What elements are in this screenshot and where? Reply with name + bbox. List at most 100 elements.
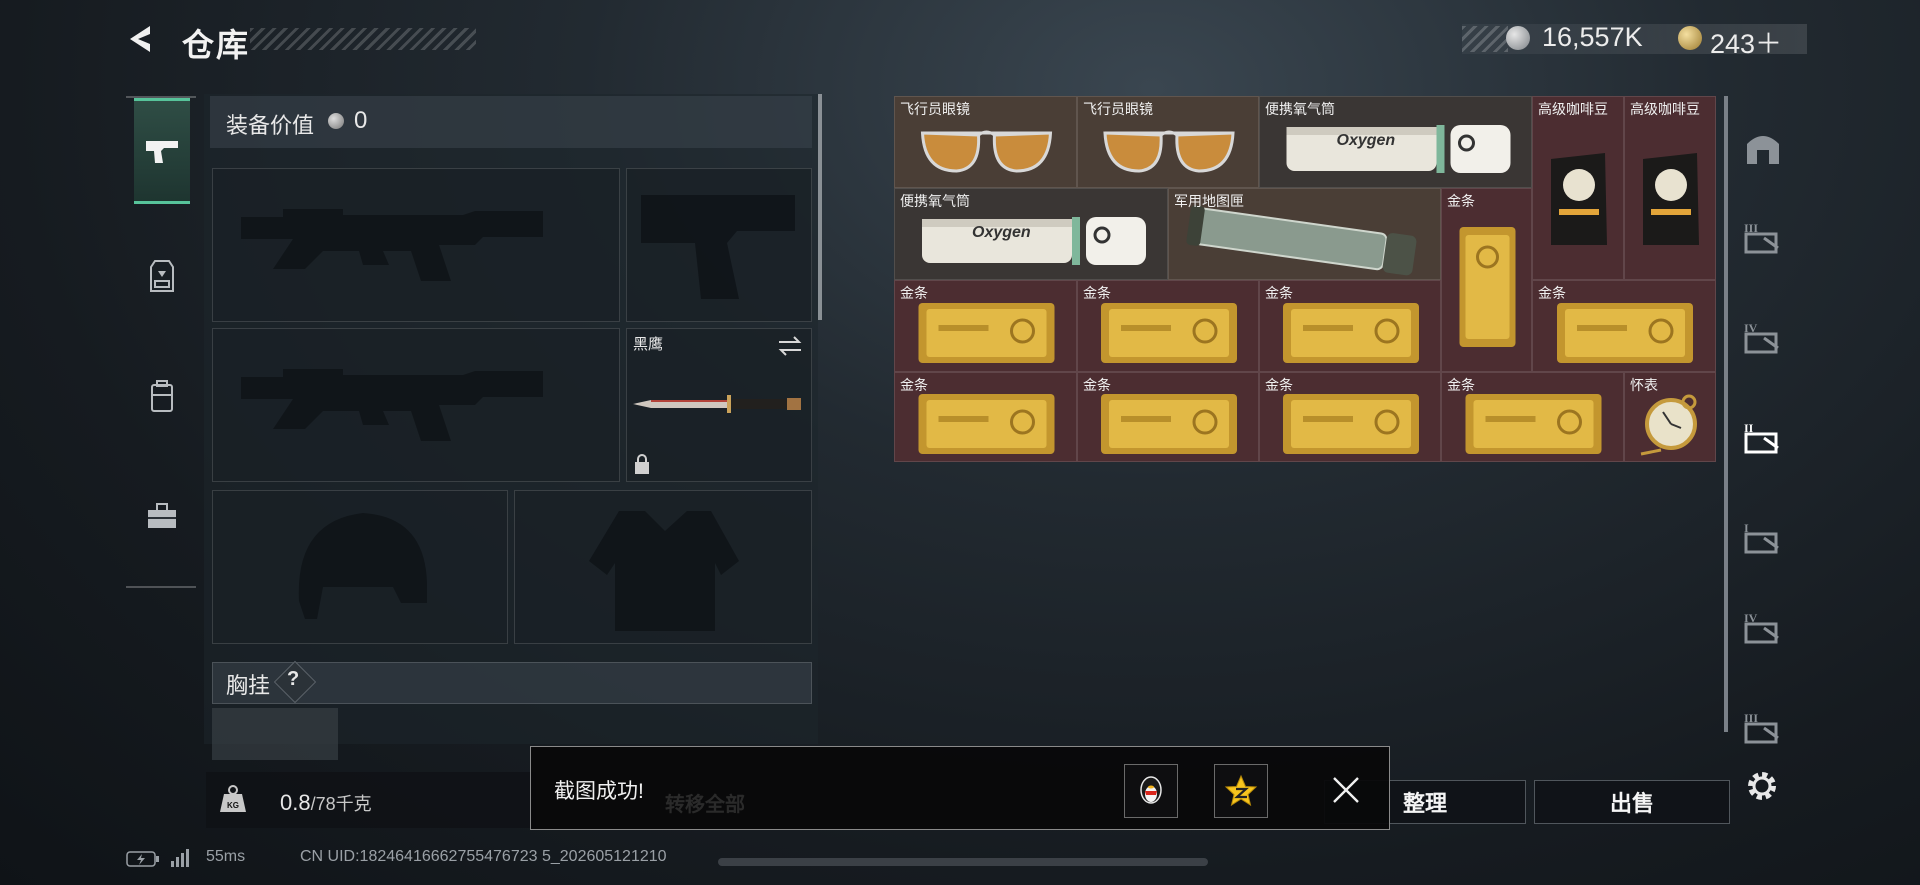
gold-coin-icon bbox=[1678, 26, 1702, 50]
gold-amount[interactable]: 243＋ bbox=[1710, 22, 1782, 61]
pistol-silhouette-icon bbox=[641, 195, 795, 299]
right-tab-tier-iv-box-icon[interactable]: IV bbox=[1734, 588, 1792, 668]
item-label: 高级咖啡豆 bbox=[1630, 101, 1700, 117]
secondary-weapon-slot[interactable] bbox=[212, 328, 620, 482]
qq-share-button[interactable] bbox=[1124, 764, 1178, 818]
chest-rig-slot[interactable] bbox=[212, 708, 338, 760]
penguin-icon bbox=[1140, 776, 1162, 804]
item-label: 金条 bbox=[1265, 377, 1293, 393]
primary-weapon-slot[interactable] bbox=[212, 168, 620, 322]
silver-amount: 16,557K bbox=[1542, 22, 1643, 52]
armor-slot[interactable] bbox=[514, 490, 812, 644]
weight-icon: KG bbox=[220, 785, 246, 812]
gear-icon[interactable] bbox=[1742, 766, 1782, 806]
swap-icon[interactable] bbox=[777, 335, 803, 357]
storage-arch-icon bbox=[1747, 136, 1779, 164]
item-label: 金条 bbox=[1265, 285, 1293, 301]
tier-i-box-icon: I bbox=[1744, 521, 1779, 554]
sell-button[interactable]: 出售 bbox=[1534, 780, 1730, 824]
inventory-scrollbar[interactable] bbox=[1724, 96, 1728, 732]
qzone-share-button[interactable] bbox=[1214, 764, 1268, 818]
inventory-item[interactable]: 金条 bbox=[1441, 188, 1532, 372]
armor-silhouette-icon bbox=[589, 511, 739, 631]
coffee-bag-icon bbox=[1551, 153, 1607, 245]
item-label: 飞行员眼镜 bbox=[900, 101, 970, 117]
inventory-item[interactable]: 金条 bbox=[1532, 280, 1716, 372]
toast-message: 截图成功! bbox=[554, 780, 644, 803]
tab-weapons[interactable] bbox=[134, 98, 190, 204]
pistol-slot[interactable] bbox=[626, 168, 812, 322]
tab-vest[interactable] bbox=[134, 226, 190, 326]
silver-coin-icon bbox=[328, 113, 344, 129]
item-label: 金条 bbox=[1083, 285, 1111, 301]
melee-slot[interactable]: 黑鹰 bbox=[626, 328, 812, 482]
tier-iii-box-icon: III bbox=[1744, 221, 1779, 254]
user-uid: CN UID:18246416662755476723 5_2026051212… bbox=[300, 848, 667, 865]
svg-text:Oxygen: Oxygen bbox=[972, 224, 1031, 241]
tier-iv-box-icon: IV bbox=[1744, 611, 1779, 644]
inventory-item[interactable]: 金条 bbox=[894, 280, 1077, 372]
item-label: 飞行员眼镜 bbox=[1083, 101, 1153, 117]
home-indicator[interactable] bbox=[718, 858, 1208, 866]
briefcase-icon bbox=[148, 503, 176, 528]
close-icon[interactable] bbox=[1330, 774, 1362, 806]
right-tab-tier-iii-box-icon[interactable]: III bbox=[1734, 688, 1792, 768]
right-tab-tier-iv-box-icon[interactable]: IV bbox=[1734, 298, 1792, 378]
right-tab-tier-i-box-icon[interactable]: I bbox=[1734, 498, 1792, 578]
transfer-all-button[interactable]: 转移全部 bbox=[665, 788, 745, 817]
inventory-item[interactable]: 军用地图匣 bbox=[1168, 188, 1441, 280]
item-label: 便携氧气筒 bbox=[900, 193, 970, 209]
back-arrow-icon[interactable] bbox=[124, 22, 158, 56]
item-label: 高级咖啡豆 bbox=[1538, 101, 1608, 117]
title-decoration bbox=[250, 28, 476, 50]
item-label: 金条 bbox=[900, 377, 928, 393]
item-label: 怀表 bbox=[1630, 377, 1658, 393]
inventory-item[interactable]: 金条 bbox=[1077, 280, 1259, 372]
item-label: 金条 bbox=[1538, 285, 1566, 301]
tab-backpack[interactable] bbox=[134, 346, 190, 446]
chest-rig-label: 胸挂 bbox=[226, 673, 271, 698]
inventory-item[interactable]: 金条 bbox=[894, 372, 1077, 462]
rifle-silhouette-icon bbox=[241, 369, 543, 441]
helmet-slot[interactable] bbox=[212, 490, 508, 644]
item-label: 便携氧气筒 bbox=[1265, 101, 1335, 117]
inventory-item[interactable]: 高级咖啡豆 bbox=[1624, 96, 1716, 280]
inventory-item[interactable]: 金条 bbox=[1077, 372, 1259, 462]
signal-icon bbox=[171, 849, 189, 867]
inventory-item[interactable]: 飞行员眼镜 bbox=[894, 96, 1077, 188]
help-icon-text: ? bbox=[287, 668, 300, 690]
inventory-item[interactable]: 飞行员眼镜 bbox=[1077, 96, 1259, 188]
inventory-item[interactable]: 金条 bbox=[1441, 372, 1624, 462]
currency-decoration bbox=[1462, 26, 1508, 52]
backpack-icon bbox=[151, 380, 173, 412]
item-label: 金条 bbox=[1447, 377, 1475, 393]
pistol-icon bbox=[146, 141, 178, 163]
inventory-item[interactable]: Oxygen 便携氧气筒 bbox=[1259, 96, 1532, 188]
item-label: 金条 bbox=[1083, 377, 1111, 393]
inventory-item[interactable]: Oxygen 便携氧气筒 bbox=[894, 188, 1168, 280]
item-label: 金条 bbox=[1447, 193, 1475, 209]
item-label: 军用地图匣 bbox=[1174, 193, 1244, 209]
rifle-silhouette-icon bbox=[241, 209, 543, 281]
item-label: 金条 bbox=[900, 285, 928, 301]
helmet-silhouette-icon bbox=[298, 513, 427, 619]
silver-coin-icon bbox=[1506, 26, 1530, 50]
tab-case[interactable] bbox=[134, 466, 190, 566]
svg-text:KG: KG bbox=[227, 801, 239, 810]
svg-text:Oxygen: Oxygen bbox=[1337, 132, 1396, 149]
ping-readout: 55ms bbox=[206, 848, 246, 865]
inventory-item[interactable]: 怀表 bbox=[1624, 372, 1716, 462]
equipment-value: 0 bbox=[354, 107, 368, 134]
battery-icon bbox=[126, 851, 159, 867]
vest-icon bbox=[150, 260, 174, 292]
right-tab-tier-iii-box-icon[interactable]: III bbox=[1734, 198, 1792, 278]
tier-ii-box-icon: II bbox=[1744, 421, 1779, 454]
right-tab-storage-arch-icon[interactable] bbox=[1734, 108, 1792, 188]
inventory-item[interactable]: 金条 bbox=[1259, 280, 1441, 372]
inventory-item[interactable]: 高级咖啡豆 bbox=[1532, 96, 1624, 280]
right-tab-tier-ii-box-icon[interactable]: II bbox=[1734, 398, 1792, 478]
coffee-bag-icon bbox=[1643, 153, 1699, 245]
equipment-scrollbar[interactable] bbox=[818, 94, 822, 320]
inventory-item[interactable]: 金条 bbox=[1259, 372, 1441, 462]
weight-readout: 0.8/78千克 bbox=[280, 790, 372, 815]
